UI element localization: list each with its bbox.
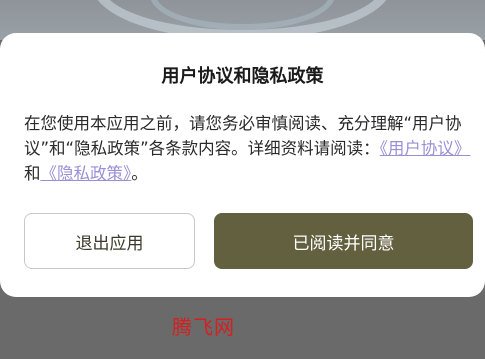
watermark-text: 腾飞网 (172, 315, 235, 339)
privacy-policy-link[interactable]: 《隐私政策》 (41, 164, 132, 183)
conjunction-text: 和 (24, 164, 41, 183)
exit-app-button-label: 退出应用 (75, 233, 144, 254)
agree-button[interactable]: 已阅读并同意 (214, 213, 473, 269)
modal-overlay (0, 297, 485, 359)
exit-app-button[interactable]: 退出应用 (24, 213, 195, 269)
agree-button-label: 已阅读并同意 (292, 233, 395, 254)
body-suffix-text: 。 (131, 164, 148, 183)
user-agreement-link[interactable]: 《用户协议》 (380, 139, 471, 158)
privacy-consent-dialog: 用户协议和隐私政策 在您使用本应用之前，请您务必审慎阅读、充分理解“用户协议”和… (0, 33, 485, 297)
dialog-body: 在您使用本应用之前，请您务必审慎阅读、充分理解“用户协议”和“隐私政策”各条款内… (24, 111, 472, 186)
dialog-title: 用户协议和隐私政策 (161, 66, 324, 87)
